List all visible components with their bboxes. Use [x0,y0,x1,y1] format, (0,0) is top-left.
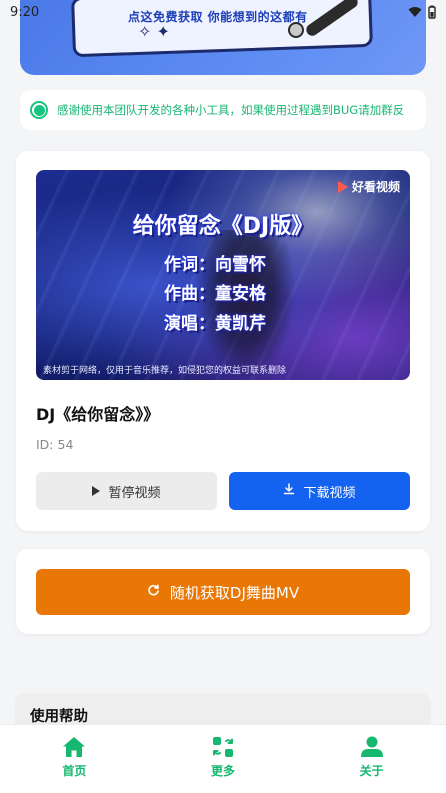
help-title: 使用帮助 [30,709,88,725]
tab-home-label: 首页 [62,764,87,778]
tab-more[interactable]: 更多 [149,725,298,793]
download-video-label: 下载视频 [303,485,356,501]
tab-home[interactable]: 首页 [0,725,149,793]
tab-about[interactable]: 关于 [297,725,446,793]
microphone-head [288,22,304,38]
notice-text: 感谢使用本团队开发的各种小工具，如果使用过程遇到BUG请加群反 [57,103,405,117]
tab-about-label: 关于 [359,764,384,778]
video-id: ID: 54 [36,437,74,452]
battery-icon [428,5,436,19]
logo-play-icon [337,180,348,193]
pause-video-button[interactable]: 暂停视频 [36,472,217,510]
status-time: 9:20 [10,4,40,20]
random-dj-button[interactable]: 随机获取DJ舞曲MV [36,569,410,615]
notice-bar: 感谢使用本团队开发的各种小工具，如果使用过程遇到BUG请加群反 [20,90,426,130]
video-title: DJ《给你留念》》 [36,405,160,424]
thumbnail-singer: 演唱：黄凯芹 [164,314,266,334]
wifi-icon [408,6,422,18]
user-icon [360,736,384,758]
logo-text: 好看视频 [351,180,400,194]
refresh-icon [147,583,160,601]
notice-dot-icon [30,101,48,119]
status-bar: 9:20 [0,0,446,24]
more-apps-icon [211,736,235,758]
thumbnail-disclaimer: 素材剪于网络，仅用于音乐推荐，如侵犯您的权益可联系删除 [43,366,287,376]
video-card: 好看视频 给你留念《DJ版》 作词：向雪怀 作曲：童安格 演唱：黄凯芹 素材剪于… [16,151,430,531]
download-icon [283,483,295,499]
haokan-logo: 好看视频 [337,178,400,195]
random-dj-label: 随机获取DJ舞曲MV [169,583,300,602]
random-card: 随机获取DJ舞曲MV [16,549,430,634]
download-video-button[interactable]: 下载视频 [229,472,410,510]
video-thumbnail[interactable]: 好看视频 给你留念《DJ版》 作词：向雪怀 作曲：童安格 演唱：黄凯芹 素材剪于… [36,170,410,380]
home-icon [62,736,86,758]
bottom-tab-bar: 首页 更多 关于 [0,724,446,793]
thumbnail-title: 给你留念《DJ版》 [132,214,314,239]
play-icon [92,486,101,496]
sparkle-icon: ✧ ✦ [138,22,170,41]
thumbnail-lyricist: 作词：向雪怀 [164,255,266,275]
thumbnail-composer: 作曲：童安格 [164,284,266,304]
pause-video-label: 暂停视频 [108,485,161,501]
tab-more-label: 更多 [211,764,236,778]
